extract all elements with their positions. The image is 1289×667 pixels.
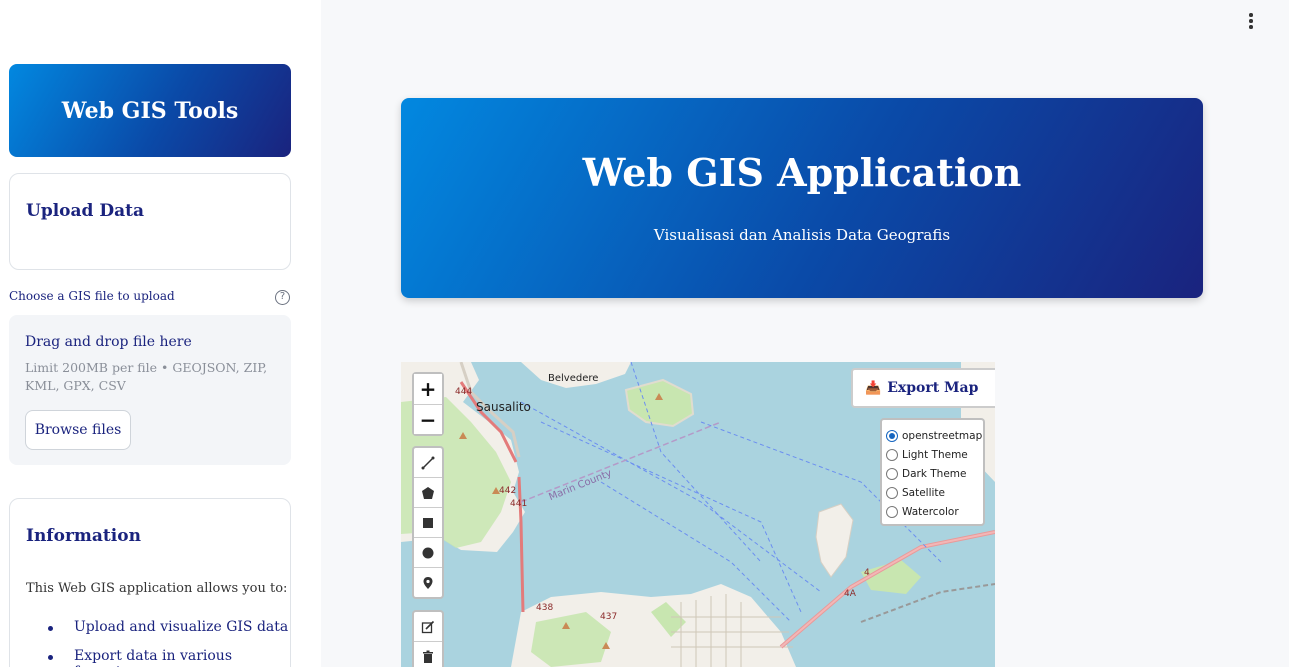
- upload-card: Upload Data: [9, 173, 291, 270]
- delete-layers-button[interactable]: [414, 642, 442, 667]
- page-subtitle: Visualisasi dan Analisis Data Geografis: [653, 226, 951, 244]
- information-intro: This Web GIS application allows you to:: [26, 581, 288, 596]
- layer-option[interactable]: Watercolor: [886, 502, 979, 521]
- zoom-control: + −: [412, 372, 444, 436]
- zoom-out-button[interactable]: −: [414, 404, 442, 434]
- page-title: Web GIS Application: [582, 150, 1022, 195]
- zoom-in-button[interactable]: +: [414, 374, 442, 404]
- trash-icon: [423, 650, 433, 663]
- layer-option-label: openstreetmap: [902, 429, 983, 442]
- layer-option-label: Light Theme: [902, 448, 968, 461]
- dropzone-title: Drag and drop file here: [25, 334, 192, 350]
- radio-selected[interactable]: [886, 429, 898, 442]
- edit-icon: [421, 620, 435, 633]
- edit-toolbar: [412, 610, 444, 667]
- information-title: Information: [26, 526, 141, 546]
- map-label-road-441: 441: [510, 499, 528, 509]
- radio[interactable]: [886, 505, 898, 518]
- radio[interactable]: [886, 467, 898, 480]
- map-label-belvedere: Belvedere: [548, 373, 599, 384]
- information-card: Information This Web GIS application all…: [9, 498, 291, 667]
- export-map-button[interactable]: 📥 Export Map: [851, 368, 995, 408]
- information-list: Upload and visualize GIS data Export dat…: [26, 619, 290, 667]
- draw-rectangle-button[interactable]: [414, 508, 442, 538]
- layer-option-label: Dark Theme: [902, 467, 967, 480]
- draw-toolbar: [412, 446, 444, 599]
- main-menu-icon[interactable]: [1244, 13, 1258, 31]
- circle-icon: [422, 547, 434, 558]
- layer-option-label: Watercolor: [902, 505, 959, 518]
- export-map-label: Export Map: [887, 380, 979, 396]
- list-item: Export data in various formats: [26, 648, 290, 667]
- rectangle-icon: [423, 517, 433, 528]
- list-item: Upload and visualize GIS data: [26, 619, 290, 648]
- map-label-sausalito: Sausalito: [476, 400, 531, 414]
- sidebar-brand: Web GIS Tools: [9, 64, 291, 157]
- map-label-road-4: 4: [864, 568, 870, 578]
- polyline-icon: [421, 456, 435, 469]
- map-label-road-437: 437: [600, 612, 618, 622]
- marker-icon: [423, 577, 433, 589]
- draw-polygon-button[interactable]: [414, 478, 442, 508]
- polygon-icon: [422, 486, 434, 499]
- layer-option[interactable]: openstreetmap: [886, 426, 983, 445]
- upload-title: Upload Data: [26, 201, 144, 221]
- map-label-road-444: 444: [455, 387, 473, 397]
- draw-circle-button[interactable]: [414, 538, 442, 568]
- layer-option[interactable]: Light Theme: [886, 445, 979, 464]
- radio[interactable]: [886, 448, 898, 461]
- map-view[interactable]: Sausalito Belvedere Marin County 444 442…: [401, 362, 995, 667]
- edit-layers-button[interactable]: [414, 612, 442, 642]
- map-label-road-4a: 4A: [844, 589, 856, 599]
- export-icon: 📥: [865, 380, 882, 396]
- map-label-road-442: 442: [499, 486, 517, 496]
- draw-marker-button[interactable]: [414, 568, 442, 598]
- layer-control: openstreetmap Light Theme Dark Theme Sat…: [880, 418, 985, 526]
- map-label-road-438: 438: [536, 603, 554, 613]
- radio[interactable]: [886, 486, 898, 499]
- layer-option[interactable]: Dark Theme: [886, 464, 979, 483]
- layer-option-label: Satellite: [902, 486, 946, 499]
- dropzone-limit: Limit 200MB per file • GEOJSON, ZIP, KML…: [25, 360, 268, 393]
- file-dropzone[interactable]: Drag and drop file here Limit 200MB per …: [9, 315, 291, 465]
- file-upload-label: Choose a GIS file to upload: [9, 289, 175, 303]
- layer-option[interactable]: Satellite: [886, 483, 979, 502]
- help-icon[interactable]: ?: [275, 290, 290, 305]
- sidebar: Web GIS Tools Upload Data Choose a GIS f…: [0, 0, 321, 667]
- draw-polyline-button[interactable]: [414, 448, 442, 478]
- hero-banner: Web GIS Application Visualisasi dan Anal…: [401, 98, 1203, 298]
- sidebar-brand-title: Web GIS Tools: [61, 97, 239, 124]
- browse-files-button[interactable]: Browse files: [25, 410, 131, 450]
